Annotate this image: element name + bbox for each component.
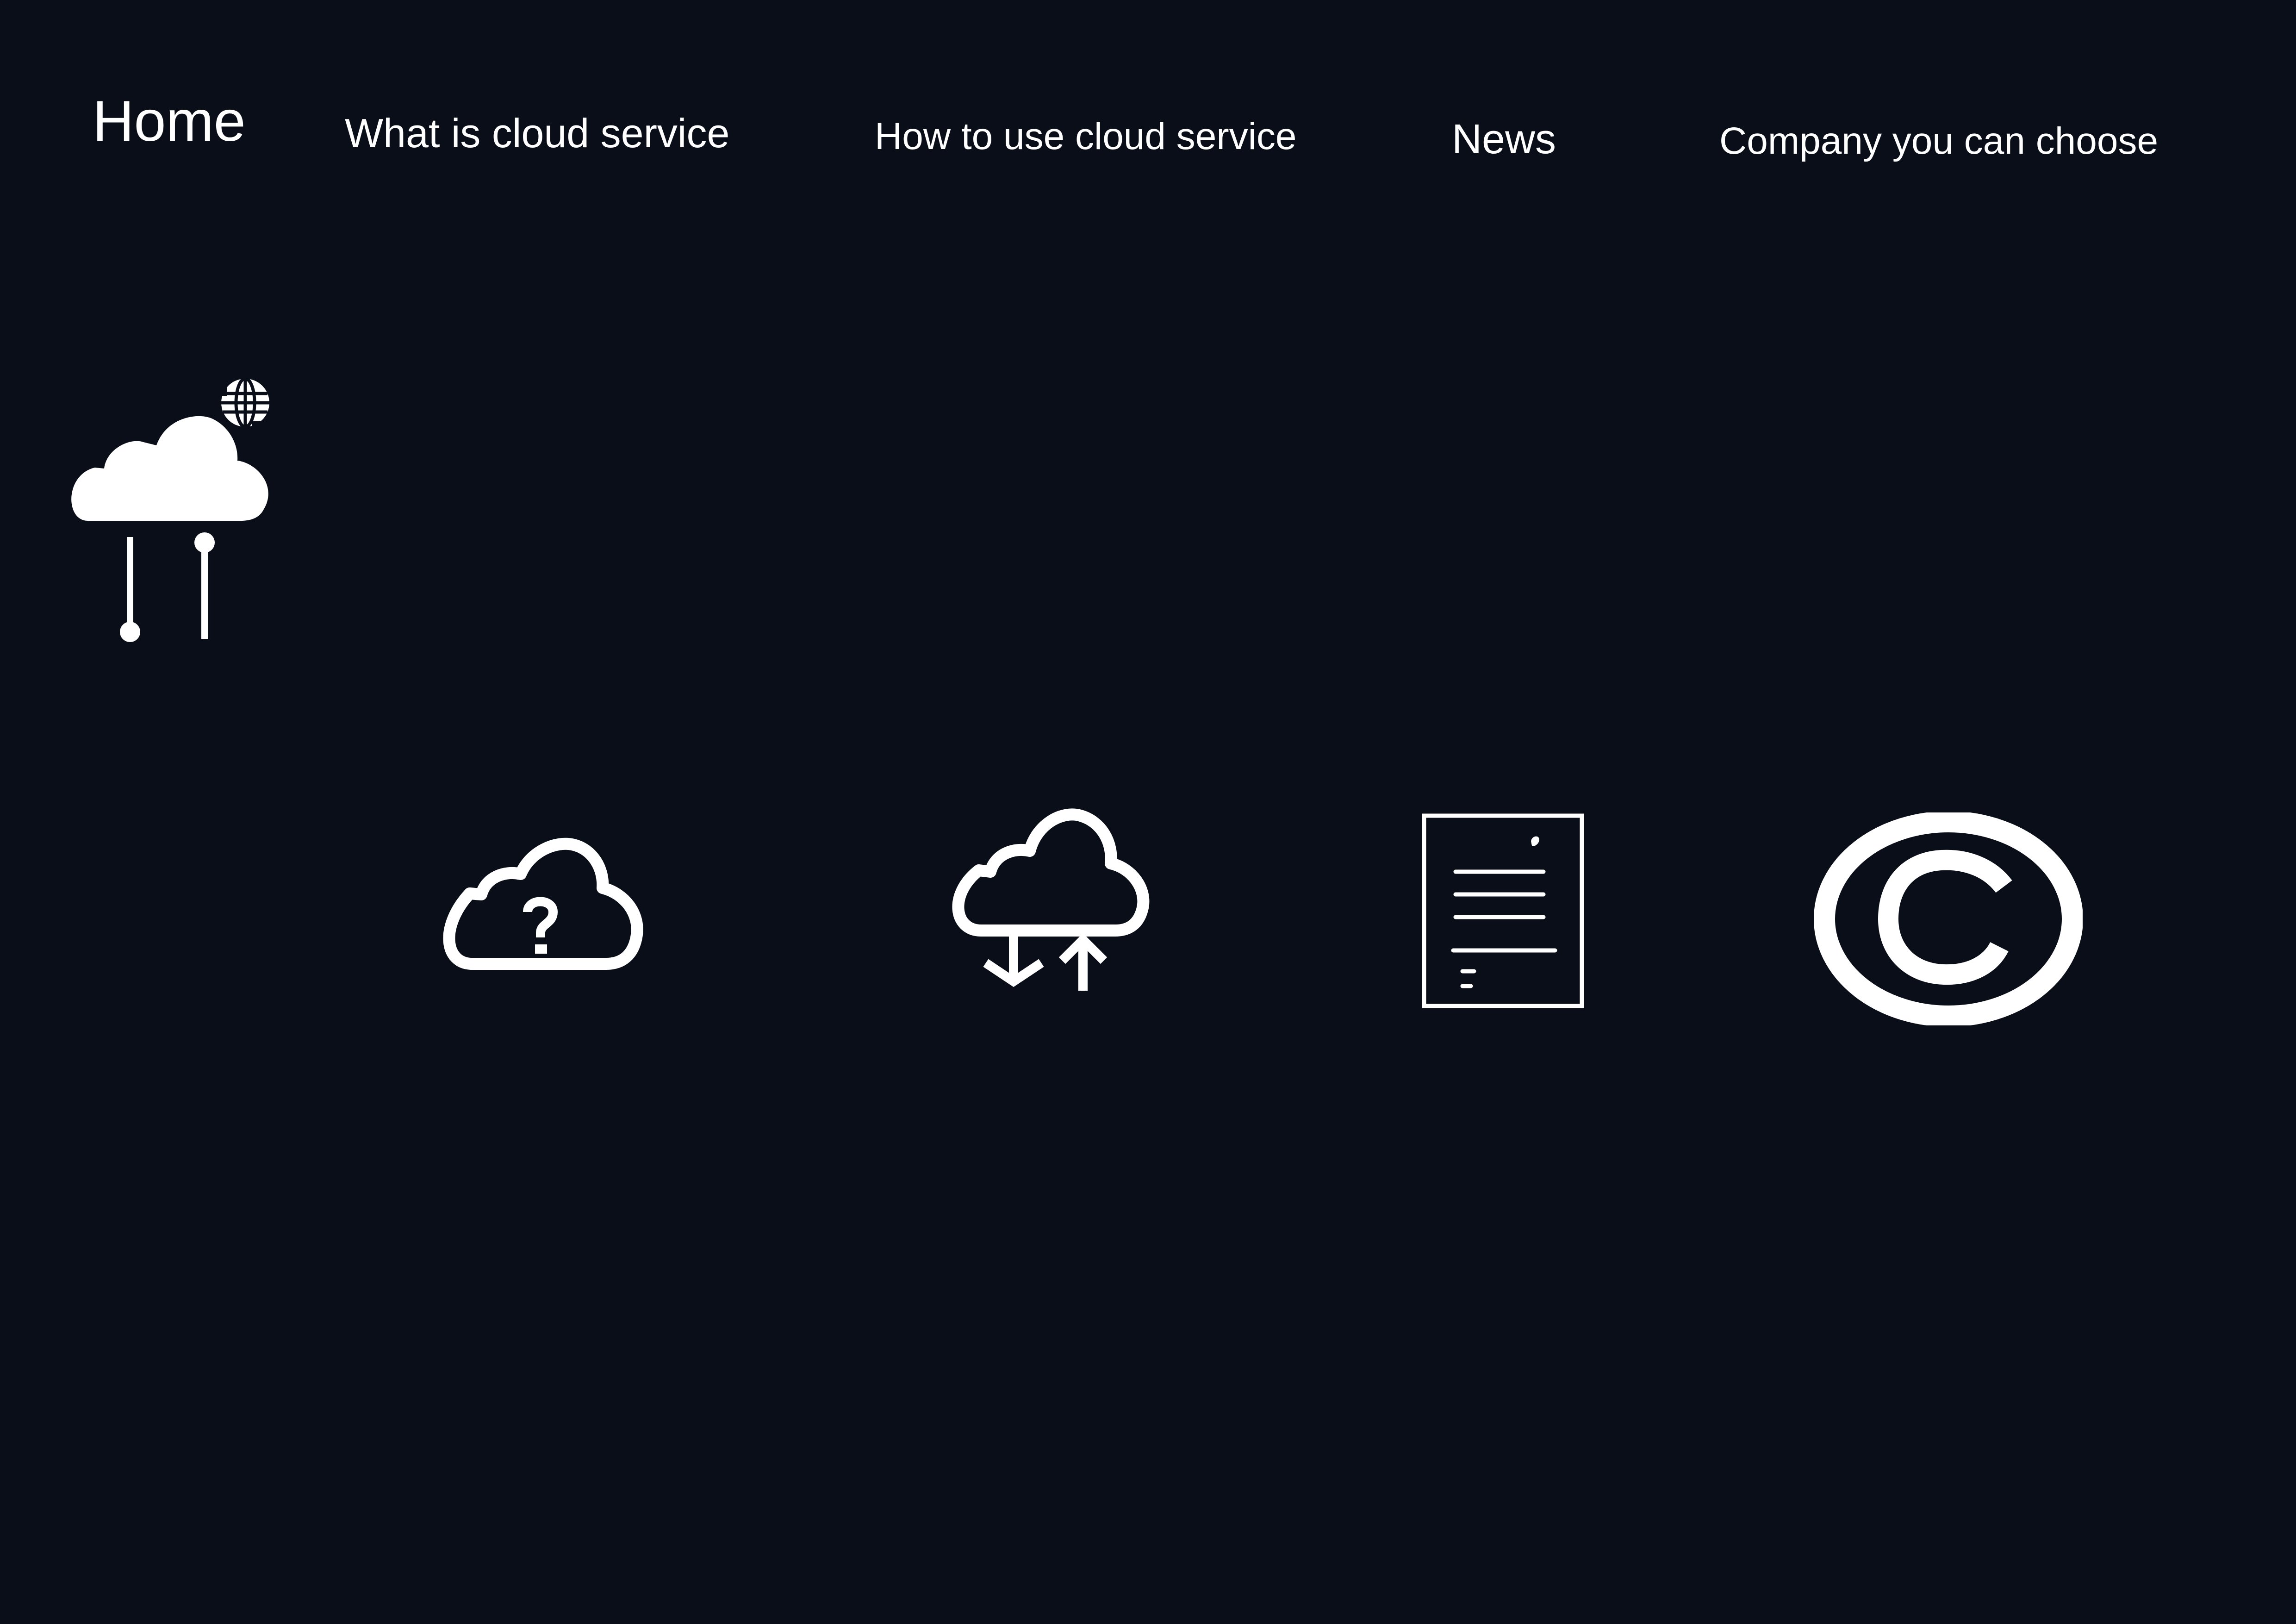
nav-home-link[interactable]: Home — [93, 93, 246, 150]
nav-what-is-cloud-service-link[interactable]: What is cloud service — [345, 113, 729, 154]
cloud-question-icon[interactable] — [435, 833, 653, 972]
cloud-network-globe-icon — [71, 375, 273, 642]
nav-how-to-use-cloud-service-link[interactable]: How to use cloud service — [875, 118, 1297, 156]
nav-news-link[interactable]: News — [1452, 119, 1556, 160]
cloud-upload-download-icon[interactable] — [944, 806, 1162, 1000]
copyright-icon[interactable] — [1814, 812, 2083, 1025]
document-icon[interactable] — [1421, 812, 1585, 1009]
nav-company-you-can-choose-link[interactable]: Company you can choose — [1719, 122, 2158, 160]
